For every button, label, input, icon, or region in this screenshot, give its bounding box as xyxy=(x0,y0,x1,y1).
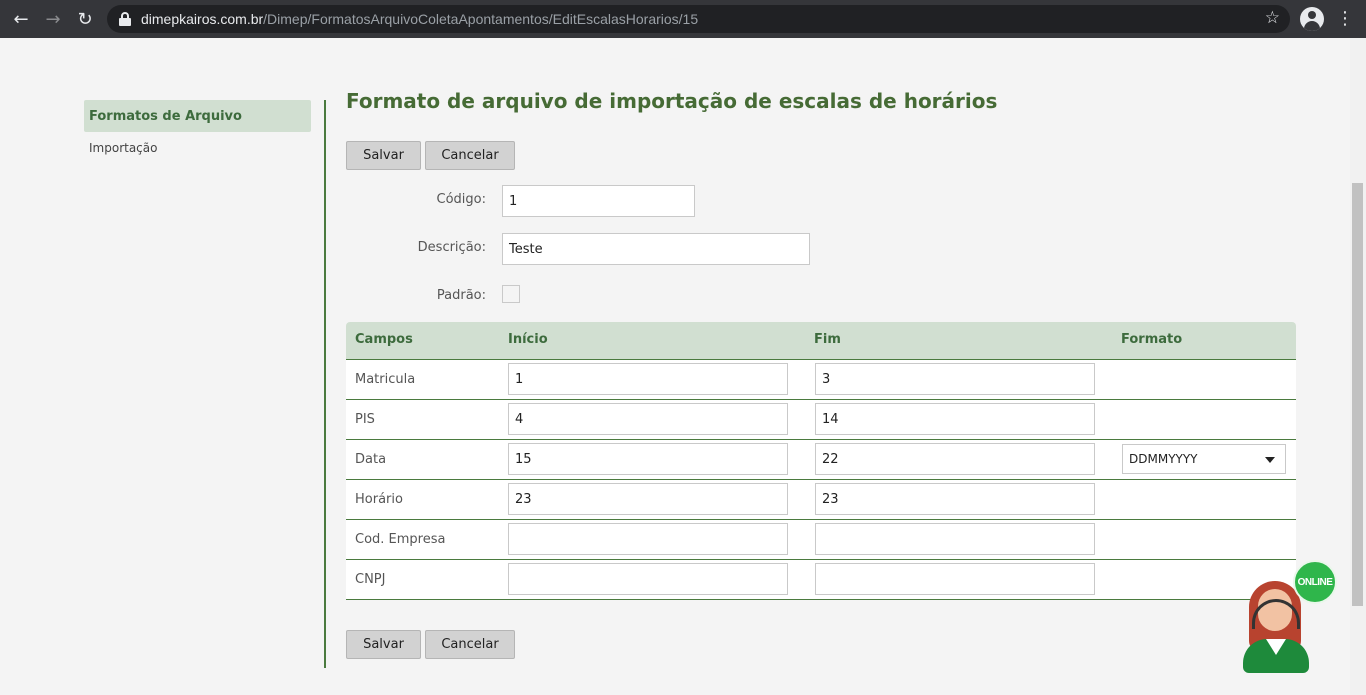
menu-dots-icon[interactable]: ⋮ xyxy=(1336,8,1354,30)
table-row: Horário 23 23 xyxy=(346,480,1296,520)
fim-field[interactable] xyxy=(815,563,1095,595)
online-badge[interactable]: ONLINE xyxy=(1293,560,1337,604)
scrollbar-thumb[interactable] xyxy=(1352,183,1363,606)
inicio-field[interactable]: 15 xyxy=(508,443,788,475)
padrao-label: Padrão: xyxy=(436,288,486,303)
padrao-checkbox[interactable] xyxy=(502,285,520,303)
account-icon[interactable] xyxy=(1300,7,1324,31)
content-divider xyxy=(324,100,326,668)
back-icon[interactable]: ← xyxy=(5,0,37,38)
inicio-field[interactable] xyxy=(508,523,788,555)
inicio-field[interactable]: 4 xyxy=(508,403,788,435)
inicio-field[interactable] xyxy=(508,563,788,595)
inicio-field[interactable]: 1 xyxy=(508,363,788,395)
header-campos: Campos xyxy=(355,332,413,347)
fields-table: Campos Início Fim Formato Matricula 1 3 … xyxy=(346,322,1296,600)
save-button-top[interactable]: Salvar xyxy=(346,141,421,170)
row-label: Matricula xyxy=(355,372,416,387)
fim-field[interactable]: 14 xyxy=(815,403,1095,435)
codigo-field[interactable]: 1 xyxy=(502,185,695,217)
sidebar-item-formatos[interactable]: Formatos de Arquivo xyxy=(84,100,311,132)
table-row: Cod. Empresa xyxy=(346,520,1296,560)
descricao-label: Descrição: xyxy=(417,240,486,255)
header-inicio: Início xyxy=(508,332,548,347)
url-text: dimepkairos.com.br/Dimep/FormatosArquivo… xyxy=(141,11,699,27)
table-header: Campos Início Fim Formato xyxy=(346,322,1296,360)
table-row: Data 15 22 DDMMYYYY xyxy=(346,440,1296,480)
inicio-field[interactable]: 23 xyxy=(508,483,788,515)
formato-select-value: DDMMYYYY xyxy=(1129,452,1198,466)
descricao-field[interactable]: Teste xyxy=(502,233,810,265)
codigo-label: Código: xyxy=(436,192,486,207)
cancel-button-top[interactable]: Cancelar xyxy=(425,141,515,170)
page-scrollbar[interactable] xyxy=(1350,38,1366,695)
row-label: Cod. Empresa xyxy=(355,532,446,547)
table-row: Matricula 1 3 xyxy=(346,360,1296,400)
table-row: PIS 4 14 xyxy=(346,400,1296,440)
fim-field[interactable] xyxy=(815,523,1095,555)
browser-toolbar: ← → ↻ dimepkairos.com.br/Dimep/FormatosA… xyxy=(0,0,1366,38)
online-chat-widget[interactable]: ONLINE xyxy=(1240,559,1340,677)
lock-icon xyxy=(119,12,131,26)
address-bar[interactable]: dimepkairos.com.br/Dimep/FormatosArquivo… xyxy=(107,5,1290,33)
fim-field[interactable]: 3 xyxy=(815,363,1095,395)
row-label: Data xyxy=(355,452,387,467)
sidebar-item-importacao[interactable]: Importação xyxy=(84,132,311,164)
header-formato: Formato xyxy=(1121,332,1183,347)
cut-off-heading xyxy=(90,18,102,40)
row-label: CNPJ xyxy=(355,572,386,587)
forward-icon[interactable]: → xyxy=(37,0,69,38)
sidebar: Formatos de Arquivo Importação xyxy=(84,100,311,164)
fim-field[interactable]: 22 xyxy=(815,443,1095,475)
row-label: Horário xyxy=(355,492,403,507)
page-title: Formato de arquivo de importação de esca… xyxy=(346,89,998,113)
chevron-down-icon xyxy=(1265,457,1275,463)
save-button-bottom[interactable]: Salvar xyxy=(346,630,421,659)
bookmark-star-icon[interactable]: ☆ xyxy=(1265,8,1280,28)
formato-select[interactable]: DDMMYYYY xyxy=(1122,444,1286,474)
table-row: CNPJ xyxy=(346,560,1296,600)
cancel-button-bottom[interactable]: Cancelar xyxy=(425,630,515,659)
fim-field[interactable]: 23 xyxy=(815,483,1095,515)
row-label: PIS xyxy=(355,412,375,427)
header-fim: Fim xyxy=(814,332,841,347)
